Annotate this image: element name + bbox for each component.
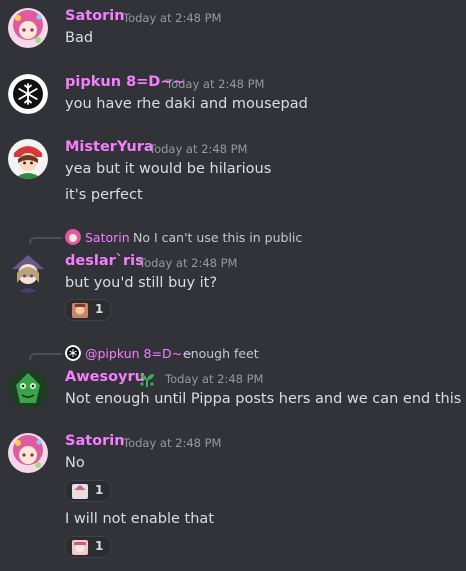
message-text: Bad [65, 30, 94, 46]
reply-text[interactable]: enough feet [183, 346, 259, 361]
avatar[interactable] [8, 139, 48, 179]
timestamp: Today at 2:48 PM [123, 436, 222, 450]
message-text: Not enough until Pippa posts hers and we… [65, 391, 466, 407]
avatar[interactable] [8, 253, 48, 293]
timestamp: Today at 2:48 PM [139, 256, 238, 270]
timestamp: Today at 2:48 PM [123, 11, 222, 25]
reaction-emoji-icon [72, 484, 88, 499]
message-text: yea but it would be hilarious [65, 161, 272, 177]
sprout-icon[interactable] [137, 370, 157, 388]
reply-connector [29, 353, 62, 360]
avatar[interactable] [8, 74, 48, 114]
reply-avatar[interactable] [65, 229, 81, 245]
reply-connector [29, 237, 62, 244]
avatar[interactable] [8, 433, 48, 473]
author-name[interactable]: deslar`ris [65, 253, 144, 269]
message-text: you have rhe daki and mousepad [65, 96, 308, 112]
author-name[interactable]: Satorin [65, 433, 125, 449]
message-text: I will not enable that [65, 511, 215, 527]
reaction-count: 1 [95, 539, 104, 553]
avatar[interactable] [8, 8, 48, 48]
reaction-emoji-icon [72, 540, 88, 555]
reply-author[interactable]: @pipkun 8=D~~ [85, 346, 193, 361]
reaction-button[interactable]: 1 [65, 480, 111, 502]
timestamp: Today at 2:48 PM [149, 142, 248, 156]
reaction-count: 1 [95, 483, 104, 497]
reply-text[interactable]: No I can't use this in public [133, 230, 302, 245]
message-text: No [65, 455, 85, 471]
author-name[interactable]: MisterYura [65, 139, 154, 155]
message-text: it's perfect [65, 187, 143, 203]
reaction-count: 1 [95, 302, 104, 316]
reaction-button[interactable]: 1 [65, 299, 111, 321]
timestamp: Today at 2:48 PM [166, 77, 265, 91]
reply-author[interactable]: Satorin [85, 230, 130, 245]
reply-avatar[interactable] [65, 345, 81, 361]
author-name[interactable]: Awesoyru [65, 369, 145, 385]
avatar[interactable] [8, 369, 48, 409]
reaction-button[interactable]: 1 [65, 536, 111, 558]
author-name[interactable]: Satorin [65, 8, 125, 24]
message-text: but you'd still buy it? [65, 275, 218, 291]
timestamp: Today at 2:48 PM [165, 372, 264, 386]
reaction-emoji-icon [72, 303, 88, 318]
